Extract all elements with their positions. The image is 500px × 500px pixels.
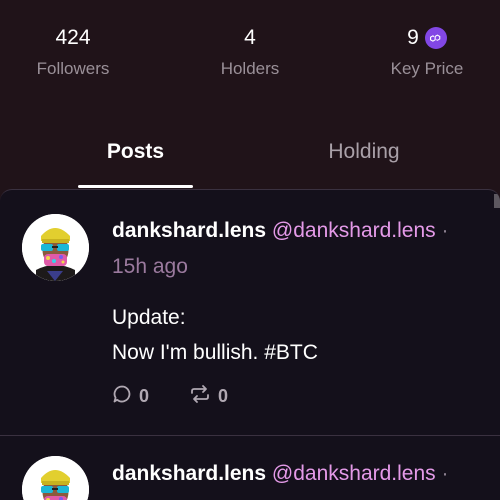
profile-stats: 424 Followers 4 Holders 9 Key Price [0, 24, 500, 84]
comment-icon [112, 384, 132, 409]
comment-button[interactable]: 0 [112, 384, 149, 409]
profile-page: 424 Followers 4 Holders 9 Key Price Post… [0, 0, 500, 500]
tab-holding[interactable]: Holding [300, 128, 428, 188]
followers-count: 424 [55, 26, 91, 49]
holders-count: 4 [244, 26, 256, 49]
holders-stat[interactable]: 4 Holders [170, 24, 330, 80]
key-price-row: 9 [347, 24, 500, 52]
author-line: dankshard.lens @dankshard.lens · [112, 460, 449, 488]
author-avatar[interactable] [22, 214, 89, 281]
tab-posts[interactable]: Posts [78, 128, 193, 188]
mirror-icon [189, 384, 211, 409]
mirror-count: 0 [218, 385, 229, 406]
comment-count: 0 [139, 385, 150, 406]
post-text-line: Update: [112, 306, 186, 329]
followers-stat[interactable]: 424 Followers [0, 24, 153, 80]
author-handle[interactable]: @dankshard.lens [272, 462, 436, 485]
separator-dot: · [441, 219, 449, 242]
post-text-line: Now I'm bullish. #BTC [112, 341, 318, 364]
author-name[interactable]: dankshard.lens [112, 462, 266, 485]
followers-label: Followers [36, 59, 110, 78]
post-body: Update: Now I'm bullish. #BTC [112, 300, 318, 370]
author-avatar[interactable] [22, 456, 89, 500]
post-card[interactable]: dankshard.lens @dankshard.lens · 15h ago… [0, 190, 500, 436]
separator-dot: · [441, 462, 449, 485]
author-name[interactable]: dankshard.lens [112, 219, 266, 242]
posts-feed[interactable]: dankshard.lens @dankshard.lens · 15h ago… [0, 189, 500, 500]
key-price-value: 9 [407, 26, 419, 49]
polygon-token-icon [424, 27, 447, 49]
active-tab-indicator [78, 185, 193, 188]
post-actions: 0 0 [112, 384, 228, 408]
mirror-button[interactable]: 0 [189, 384, 228, 409]
key-price-stat: 9 Key Price [347, 24, 500, 80]
post-timestamp: 15h ago [112, 255, 188, 278]
author-handle[interactable]: @dankshard.lens [272, 219, 436, 242]
holders-label: Holders [220, 59, 280, 78]
author-line: dankshard.lens @dankshard.lens · [112, 217, 449, 245]
post-card[interactable]: dankshard.lens @dankshard.lens · [0, 436, 500, 500]
key-price-label: Key Price [390, 59, 464, 78]
profile-tabs: Posts Holding [0, 128, 500, 190]
